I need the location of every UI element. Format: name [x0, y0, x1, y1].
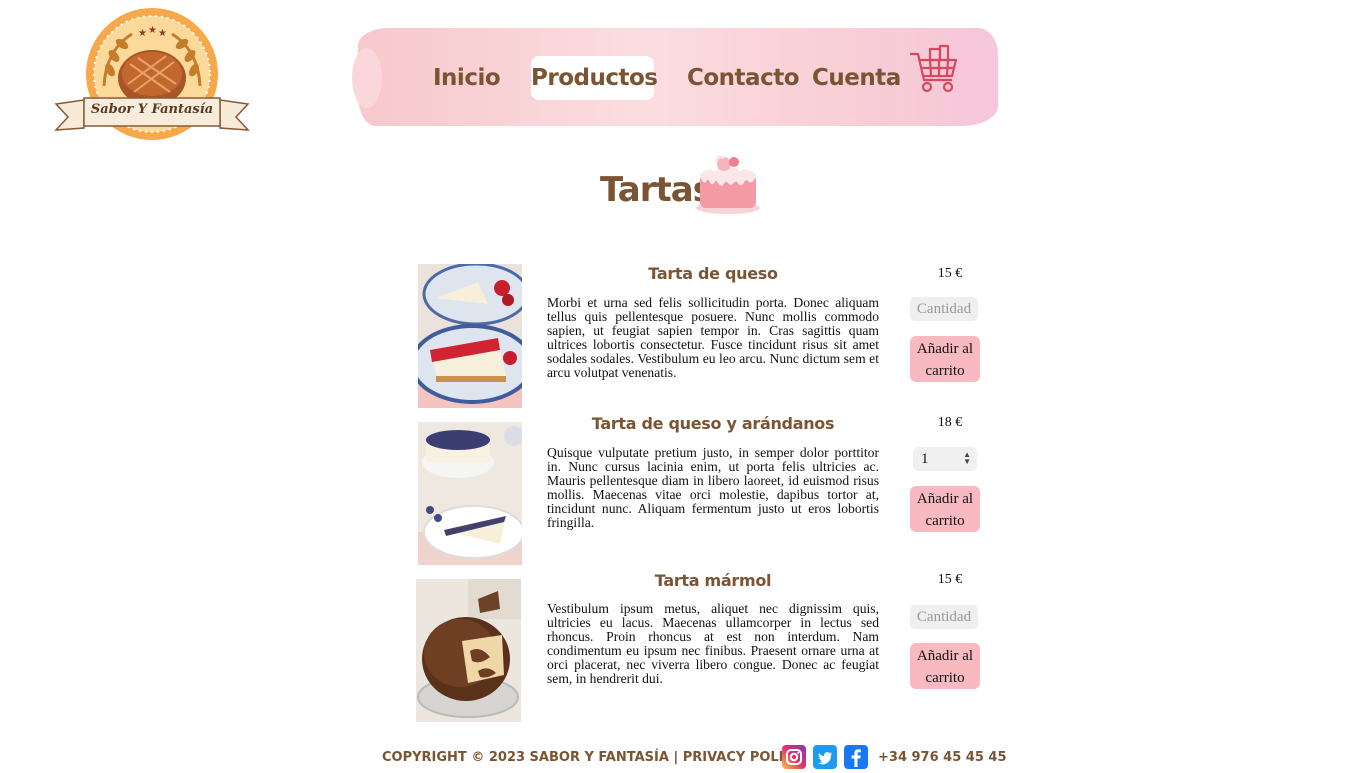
product-image-blueberry-cheesecake: [418, 422, 522, 565]
product-price: 15 €: [937, 572, 963, 587]
product-card: Tarta mármol Vestibulum ipsum metus, ali…: [416, 571, 986, 722]
product-description: Quisque vulputate pretium justo, in semp…: [547, 445, 879, 530]
add-to-cart-label-line1: Añadir al: [916, 490, 974, 507]
add-to-cart-label-line1: Añadir al: [916, 647, 974, 664]
svg-text:★: ★: [138, 28, 147, 39]
product-price: 18 €: [937, 415, 963, 430]
nav-productos[interactable]: Productos: [531, 56, 658, 100]
nav-contacto[interactable]: Contacto: [687, 56, 800, 100]
product-description: Vestibulum ipsum metus, aliquet nec dign…: [547, 601, 879, 686]
quantity-value: 1: [921, 451, 929, 467]
product-name: Tarta de queso: [648, 264, 778, 283]
nav-cuenta[interactable]: Cuenta: [812, 56, 901, 100]
quantity-input[interactable]: Cantidad: [910, 297, 978, 321]
add-to-cart-button[interactable]: Añadir al carrito: [910, 643, 980, 689]
product-card: Tarta de queso Morbi et urna sed felis s…: [416, 264, 986, 414]
add-to-cart-label-line1: Añadir al: [916, 340, 974, 357]
cake-icon: [694, 150, 762, 216]
quantity-input[interactable]: 1 ▲ ▼: [913, 447, 977, 471]
facebook-icon[interactable]: [844, 745, 868, 769]
product-card: Tarta de queso y arándanos Quisque vulpu…: [416, 414, 986, 565]
footer-copyright: COPYRIGHT © 2023 SABOR Y FANTASÍA | PRIV…: [382, 750, 803, 765]
add-to-cart-label-line2: carrito: [925, 669, 965, 686]
product-name: Tarta mármol: [654, 571, 772, 590]
logo-text: Sabor Y Fantasía: [90, 102, 214, 117]
add-to-cart-button[interactable]: Añadir al carrito: [910, 336, 980, 382]
brand-logo[interactable]: ★ ★ ★ Sabor Y Fantasía: [54, 8, 250, 148]
twitter-icon[interactable]: [813, 745, 837, 769]
instagram-icon[interactable]: [782, 745, 806, 769]
nav-inicio[interactable]: Inicio: [433, 56, 501, 100]
add-to-cart-label-line2: carrito: [925, 362, 965, 379]
product-image-marble-cake: [416, 579, 521, 722]
spinner-arrows-icon[interactable]: ▲ ▼: [963, 451, 971, 466]
product-description: Morbi et urna sed felis sollicitudin por…: [547, 295, 879, 380]
product-image-cheesecake: [418, 264, 522, 408]
quantity-input[interactable]: Cantidad: [910, 605, 978, 629]
svg-text:★: ★: [148, 25, 157, 36]
footer-phone: +34 976 45 45 45: [878, 750, 1007, 765]
shopping-cart-icon[interactable]: [908, 44, 960, 94]
svg-text:★: ★: [158, 28, 167, 39]
add-to-cart-button[interactable]: Añadir al carrito: [910, 486, 980, 532]
product-name: Tarta de queso y arándanos: [591, 414, 835, 433]
product-price: 15 €: [937, 266, 963, 281]
add-to-cart-label-line2: carrito: [925, 512, 965, 529]
